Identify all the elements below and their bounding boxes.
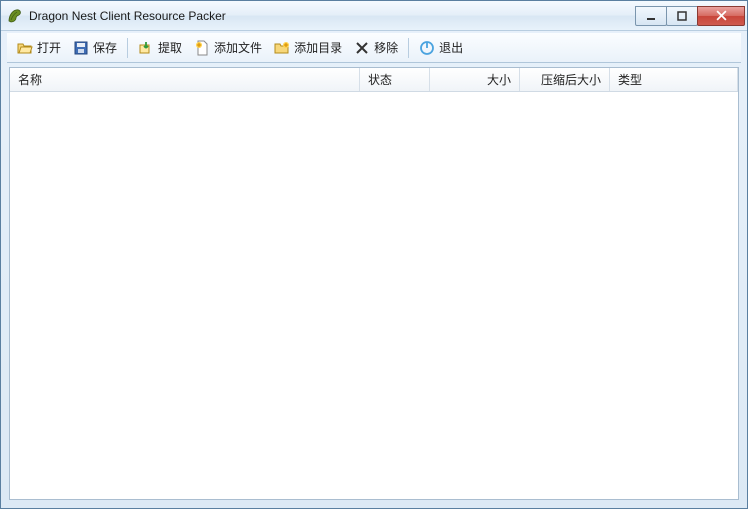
remove-icon — [354, 40, 370, 56]
minimize-button[interactable] — [635, 6, 667, 26]
file-list-panel: 名称 状态 大小 压缩后大小 类型 — [9, 67, 739, 500]
app-icon — [7, 8, 23, 24]
save-label: 保存 — [93, 39, 117, 56]
toolbar: 打开 保存 提取 — [7, 33, 741, 63]
column-type[interactable]: 类型 — [610, 68, 738, 91]
add-file-label: 添加文件 — [214, 39, 262, 56]
window-controls — [636, 6, 745, 26]
extract-icon — [138, 40, 154, 56]
toolbar-separator — [408, 38, 409, 58]
window-title: Dragon Nest Client Resource Packer — [29, 9, 636, 23]
extract-button[interactable]: 提取 — [132, 36, 188, 59]
close-button[interactable] — [697, 6, 745, 26]
add-dir-label: 添加目录 — [294, 39, 342, 56]
application-window: Dragon Nest Client Resource Packer 打开 — [0, 0, 748, 509]
exit-button[interactable]: 退出 — [413, 36, 469, 59]
add-file-button[interactable]: 添加文件 — [188, 36, 268, 59]
folder-add-icon — [274, 40, 290, 56]
extract-label: 提取 — [158, 39, 182, 56]
floppy-icon — [73, 40, 89, 56]
toolbar-separator — [127, 38, 128, 58]
file-new-icon — [194, 40, 210, 56]
column-name[interactable]: 名称 — [10, 68, 360, 91]
open-label: 打开 — [37, 39, 61, 56]
folder-open-icon — [17, 40, 33, 56]
file-list-body[interactable] — [10, 92, 738, 499]
save-button[interactable]: 保存 — [67, 36, 123, 59]
column-headers: 名称 状态 大小 压缩后大小 类型 — [10, 68, 738, 92]
column-state[interactable]: 状态 — [360, 68, 430, 91]
exit-label: 退出 — [439, 39, 463, 56]
add-dir-button[interactable]: 添加目录 — [268, 36, 348, 59]
open-button[interactable]: 打开 — [11, 36, 67, 59]
remove-button[interactable]: 移除 — [348, 36, 404, 59]
power-icon — [419, 40, 435, 56]
remove-label: 移除 — [374, 39, 398, 56]
titlebar[interactable]: Dragon Nest Client Resource Packer — [1, 1, 747, 31]
column-compressed-size[interactable]: 压缩后大小 — [520, 68, 610, 91]
column-size[interactable]: 大小 — [430, 68, 520, 91]
maximize-button[interactable] — [666, 6, 698, 26]
